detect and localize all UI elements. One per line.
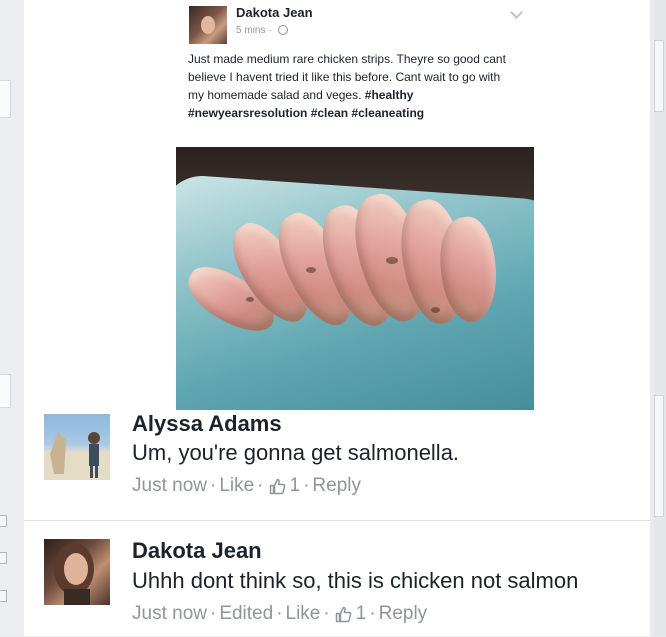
- thumbs-up-icon[interactable]: [269, 478, 286, 495]
- like-link[interactable]: Like: [286, 603, 321, 624]
- comment-author[interactable]: Alyssa Adams: [132, 411, 282, 437]
- gutter-mark: [0, 552, 7, 564]
- sear-mark: [306, 267, 316, 273]
- thumbs-up-icon[interactable]: [335, 606, 352, 623]
- post-body: Just made medium rare chicken strips. Th…: [188, 50, 506, 122]
- gutter-tab: [0, 374, 11, 408]
- comment-author[interactable]: Dakota Jean: [132, 538, 262, 564]
- original-post: Dakota Jean 5 mins · Just made medium rar…: [176, 0, 534, 412]
- post-timestamp[interactable]: 5 mins ·: [236, 25, 288, 36]
- reply-link[interactable]: Reply: [312, 475, 361, 496]
- commenter-avatar[interactable]: [44, 539, 110, 605]
- reply-link[interactable]: Reply: [379, 603, 428, 624]
- right-rail: [654, 0, 666, 636]
- globe-icon: [277, 25, 288, 36]
- post-text: Just made medium rare chicken strips. Th…: [188, 52, 506, 102]
- commenter-avatar[interactable]: [44, 414, 110, 480]
- post-photo[interactable]: [176, 147, 534, 410]
- comment-time[interactable]: Just now: [132, 475, 207, 496]
- sear-mark: [246, 297, 254, 302]
- sear-mark: [431, 307, 440, 313]
- comment-actions: Just now · Like · 1 · Reply: [132, 475, 361, 496]
- comment-text: Uhhh dont think so, this is chicken not …: [132, 568, 579, 593]
- gutter-mark: [0, 515, 7, 527]
- rail-notch: [654, 395, 664, 517]
- gutter-mark: [0, 590, 7, 602]
- comment-text: Um, you're gonna get salmonella.: [132, 440, 460, 465]
- rail-notch: [654, 40, 664, 112]
- post-author-avatar[interactable]: [189, 6, 227, 44]
- post-author-name[interactable]: Dakota Jean: [236, 5, 313, 20]
- gutter-tab: [0, 80, 11, 118]
- sear-mark: [386, 257, 398, 264]
- like-count[interactable]: 1: [356, 603, 367, 624]
- comment-actions: Just now · Edited · Like · 1 · Reply: [132, 603, 428, 624]
- chevron-down-icon[interactable]: [510, 6, 523, 19]
- comment: Alyssa Adams Um, you're gonna get salmon…: [24, 411, 650, 518]
- comment: Dakota Jean Uhhh dont think so, this is …: [24, 520, 650, 637]
- feed-card: Dakota Jean 5 mins · Just made medium rar…: [24, 0, 650, 636]
- post-time-text: 5 mins: [236, 25, 266, 36]
- like-link[interactable]: Like: [219, 475, 254, 496]
- like-count[interactable]: 1: [290, 475, 301, 496]
- edited-label[interactable]: Edited: [219, 603, 273, 624]
- comment-time[interactable]: Just now: [132, 603, 207, 624]
- left-gutter: [0, 0, 24, 636]
